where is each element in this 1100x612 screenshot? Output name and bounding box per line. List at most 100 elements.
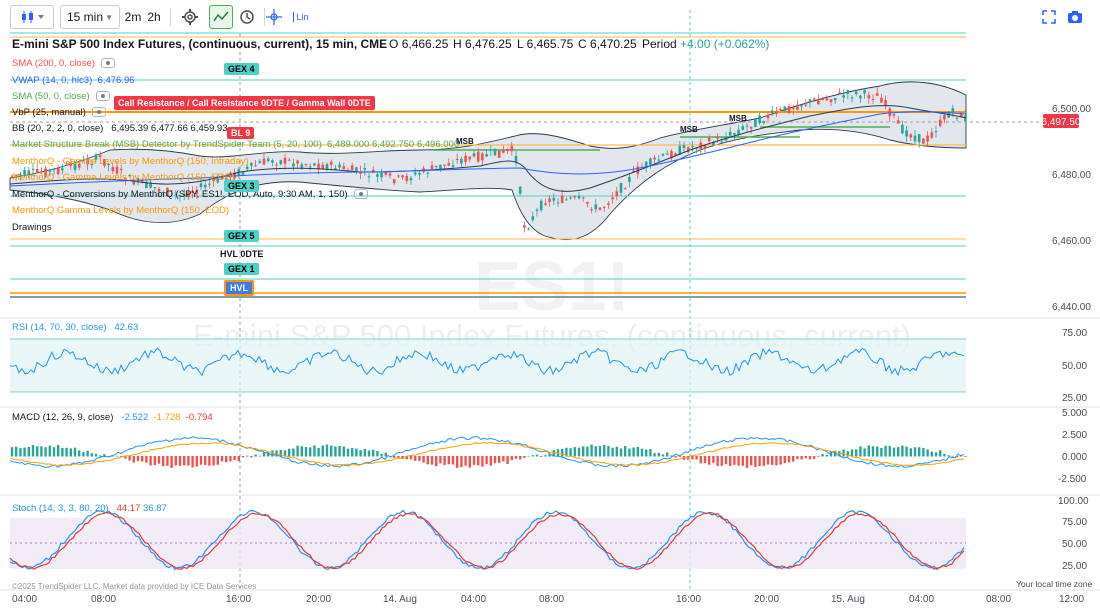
macd-histogram-bar <box>905 446 908 457</box>
macd-histogram-bar <box>241 456 245 458</box>
legend-stoch[interactable]: Stoch (14, 3, 3, 80, 20) 44.17 36.87 <box>12 503 167 515</box>
legend-sma200[interactable]: SMA (200, 0, close) <box>12 58 115 70</box>
candle-body <box>762 121 766 123</box>
macd-histogram-bar <box>901 445 904 457</box>
candle-body <box>313 163 316 166</box>
macd-histogram-bar <box>435 456 438 467</box>
label-hvl0dte: HVL 0DTE <box>220 249 264 259</box>
last-price-value: 6,497.50 <box>1042 117 1081 128</box>
candle-body <box>338 164 341 168</box>
macd-histogram-bar <box>430 456 434 465</box>
legend-msb[interactable]: Market Structure Break (MSB) Detector by… <box>12 139 459 151</box>
legend-menthor-conversions[interactable]: MenthorQ - Conversions by MenthorQ (SPY,… <box>12 189 368 201</box>
macd-histogram-bar <box>309 447 312 457</box>
candle-body <box>833 97 837 101</box>
macd-histogram-bar <box>594 446 597 457</box>
macd-histogram-bar <box>367 450 371 457</box>
time-axis-label: 20:00 <box>754 594 780 605</box>
candle-body <box>821 98 824 100</box>
macd-histogram-bar <box>384 452 387 457</box>
time-axis-label: 08:00 <box>986 594 1012 605</box>
macd-histogram-bar <box>342 446 345 457</box>
macd-histogram-bar <box>939 450 942 457</box>
time-axis-label: 04:00 <box>909 594 935 605</box>
macd-histogram-bar <box>783 456 786 464</box>
chart-canvas[interactable]: ES1! E-mini S&P 500 Index Futures, (cont… <box>0 0 1100 612</box>
candle-body <box>476 151 480 162</box>
legend-rsi[interactable]: RSI (14, 70, 30, close) 42.63 <box>12 322 138 334</box>
macd-histogram-bar <box>569 448 572 457</box>
macd-histogram-bar <box>183 456 186 466</box>
macd-histogram-bar <box>951 455 954 457</box>
macd-histogram-bar <box>40 446 43 457</box>
macd-histogram-bar <box>472 456 476 465</box>
macd-histogram-bar <box>250 456 253 458</box>
macd-histogram-bar <box>653 453 656 457</box>
candle-body <box>716 137 719 139</box>
candle-body <box>430 165 434 169</box>
candle-body <box>275 164 278 166</box>
macd-histogram-bar <box>485 456 488 465</box>
candle-body <box>598 207 602 210</box>
candle-body <box>455 158 459 160</box>
macd-histogram-bar <box>481 456 484 467</box>
macd-histogram-bar <box>808 456 812 460</box>
macd-histogram-bar <box>170 456 173 468</box>
candle-body <box>61 168 64 171</box>
candle-body <box>577 196 581 199</box>
candle-body <box>812 98 816 100</box>
candle-body <box>653 157 656 160</box>
macd-histogram-bar <box>754 456 757 468</box>
legend-menthor-eod[interactable]: MenthorQ - Gamma Levels by MenthorQ (150… <box>12 172 235 184</box>
local-timezone-label[interactable]: Your local time zone <box>1016 578 1092 590</box>
macd-histogram-bar <box>69 448 72 457</box>
time-axis-label: 12:00 <box>1059 594 1085 605</box>
candle-body <box>405 175 409 181</box>
macd-histogram-bar <box>191 456 194 468</box>
time-axis-label: 16:00 <box>226 594 252 605</box>
candle-body <box>758 115 761 124</box>
legend-bb[interactable]: BB (20, 2, 2, 0, close) 6,495.39 6,477.6… <box>12 123 228 135</box>
macd-histogram-bar <box>451 456 455 465</box>
candle-body <box>443 164 446 166</box>
legend-vwap[interactable]: VWAP (14, 0, hlc3) 6,476.96 <box>12 75 135 87</box>
time-axis-label: 20:00 <box>306 594 332 605</box>
eye-icon[interactable] <box>353 189 368 200</box>
candle-body <box>586 201 589 204</box>
macd-histogram-bar <box>254 454 257 457</box>
candle-body <box>867 95 871 99</box>
candle-body <box>254 165 257 167</box>
legend-vbp[interactable]: VbP (25, manual) <box>12 107 106 119</box>
candle-body <box>552 197 556 201</box>
candle-body <box>913 135 917 142</box>
candle-body <box>854 91 858 95</box>
legend-menthor-intraday[interactable]: MenthorQ - Gamma Levels by MenthorQ (150… <box>12 156 249 168</box>
macd-histogram-bar <box>321 445 324 457</box>
eye-icon[interactable] <box>100 58 115 69</box>
macd-histogram-bar <box>439 456 442 464</box>
legend-sma50[interactable]: SMA (50, 0, close) <box>12 91 110 103</box>
candle-body <box>535 209 539 211</box>
macd-histogram-bar <box>519 456 522 460</box>
macd-histogram-bar <box>498 456 501 463</box>
candle-body <box>300 164 304 168</box>
macd-histogram-bar <box>78 450 81 457</box>
candle-body <box>825 98 829 101</box>
legend-menthor-gamma[interactable]: MenthorQ Gamma Levels by MenthorQ (150, … <box>12 205 229 217</box>
candle-body <box>262 158 266 165</box>
macd-histogram-bar <box>128 456 131 461</box>
candle-body <box>691 146 694 148</box>
candle-body <box>510 145 514 152</box>
time-axis-label: 14. Aug <box>383 594 417 605</box>
macd-histogram-bar <box>149 456 152 466</box>
legend-macd[interactable]: MACD (12, 26, 9, close) -2.522 -1.728 -0… <box>12 412 213 424</box>
eye-icon[interactable] <box>91 107 106 118</box>
macd-histogram-bar <box>468 456 471 468</box>
price-axis-label: 6,460.00 <box>1052 236 1091 247</box>
macd-histogram-bar <box>376 450 379 457</box>
candle-body <box>611 197 614 200</box>
legend-drawings[interactable]: Drawings <box>12 222 52 234</box>
candle-body <box>783 106 787 112</box>
stoch-axis-label: 25.00 <box>1062 561 1088 572</box>
eye-icon[interactable] <box>95 91 110 102</box>
